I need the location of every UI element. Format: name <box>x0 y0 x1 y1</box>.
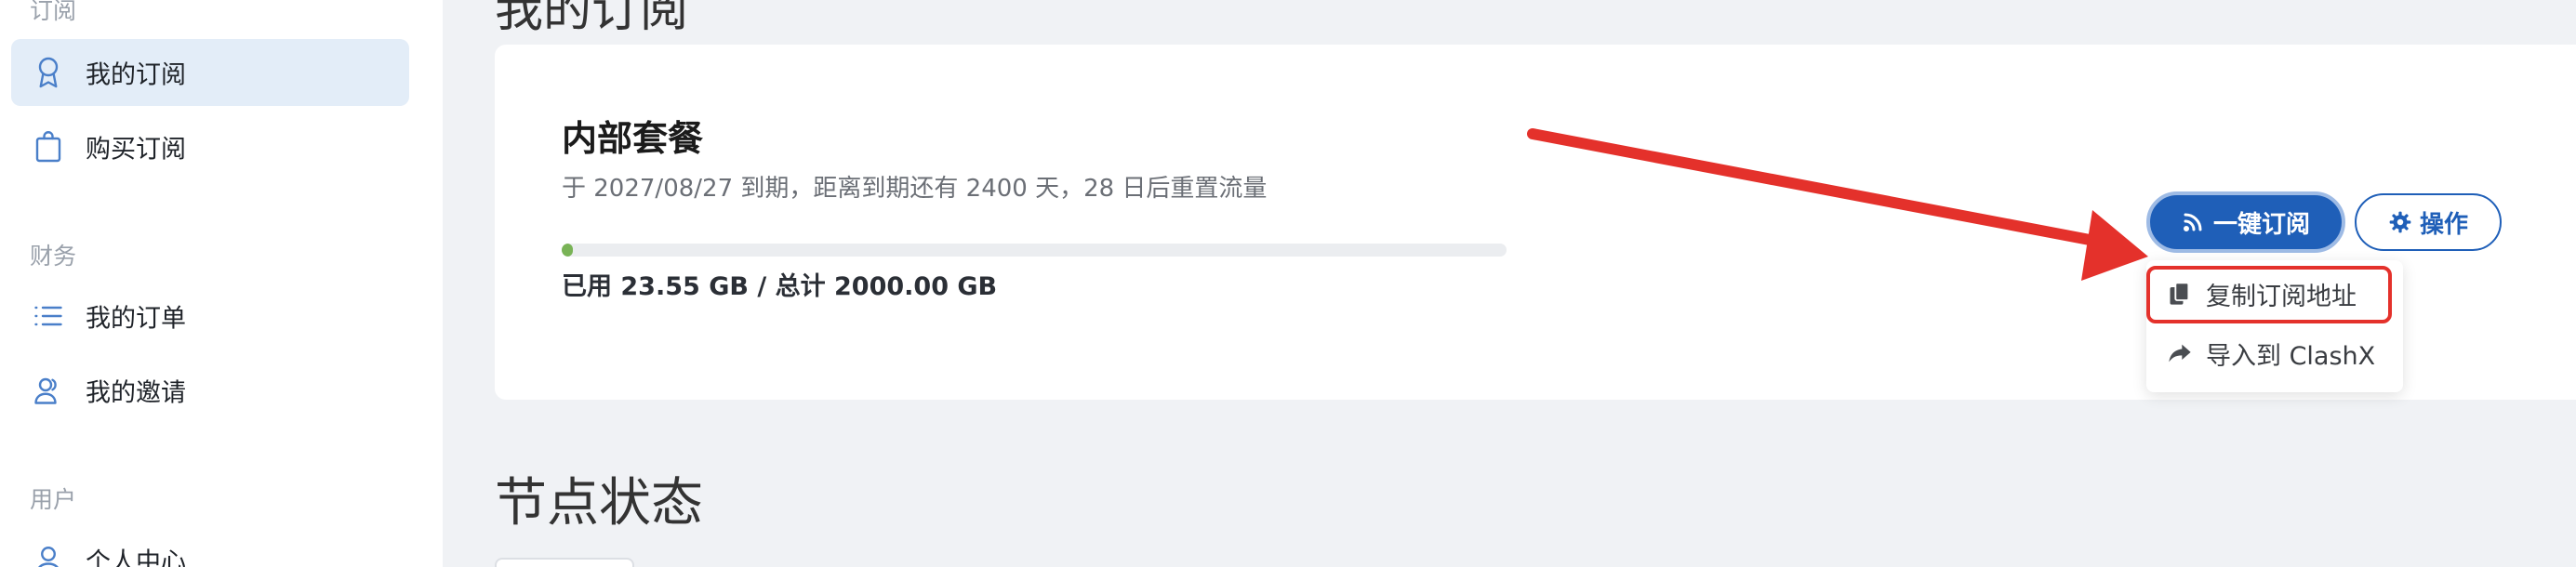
usage-text: 已用 23.55 GB / 总计 2000.00 GB <box>562 272 998 301</box>
sidebar-item-label: 我的订单 <box>86 304 186 334</box>
plan-name: 内部套餐 <box>562 118 704 159</box>
gear-icon <box>2389 211 2411 233</box>
page-title: 我的订阅 <box>495 0 689 38</box>
sidebar-item-label: 我的订阅 <box>86 60 186 90</box>
usage-progress-fill <box>562 244 574 257</box>
annotation-highlight-box <box>2146 266 2392 323</box>
sidebar-item-profile[interactable]: 个人中心 <box>11 526 409 567</box>
usage-progress-bar <box>562 244 1507 257</box>
shopping-bag-icon <box>35 131 61 163</box>
sidebar-item-buy-subscription[interactable]: 购买订阅 <box>11 113 409 180</box>
user-icon <box>38 547 59 567</box>
sidebar-item-my-orders[interactable]: 我的订单 <box>11 283 409 349</box>
subscribe-button-label: 一键订阅 <box>2212 210 2310 239</box>
sidebar-item-label: 购买订阅 <box>86 135 186 165</box>
share-icon <box>2169 344 2191 363</box>
sidebar-item-label: 我的邀请 <box>86 378 186 408</box>
sidebar-item-my-subscription[interactable]: 我的订阅 <box>11 39 409 106</box>
list-icon <box>34 306 62 326</box>
users-icon <box>34 377 57 404</box>
actions-button-label: 操作 <box>2419 210 2468 239</box>
node-status-title: 节点状态 <box>495 473 703 534</box>
rss-icon <box>2183 213 2202 231</box>
sidebar-item-label: 个人中心 <box>86 547 186 567</box>
import-to-clashx-item[interactable]: 导入到 ClashX <box>2167 335 2375 372</box>
dropdown-item-label: 导入到 ClashX <box>2206 341 2376 371</box>
one-click-subscribe-button[interactable]: 一键订阅 <box>2146 191 2345 253</box>
sidebar-item-my-invites[interactable]: 我的邀请 <box>11 357 409 424</box>
sidebar-section-user: 用户 <box>30 486 77 513</box>
sidebar-section-finance: 财务 <box>30 243 77 270</box>
plan-expiry-description: 于 2027/08/27 到期，距离到期还有 2400 天，28 日后重置流量 <box>562 175 1268 203</box>
node-status-control <box>495 558 634 567</box>
award-icon <box>38 57 59 88</box>
actions-button[interactable]: 操作 <box>2355 193 2502 251</box>
sidebar-section-subscription: 订阅 <box>30 0 77 24</box>
sidebar: 订阅 我的订阅 购买订阅 财务 我的订单 我的邀请 用户 个人中心 <box>0 0 443 567</box>
